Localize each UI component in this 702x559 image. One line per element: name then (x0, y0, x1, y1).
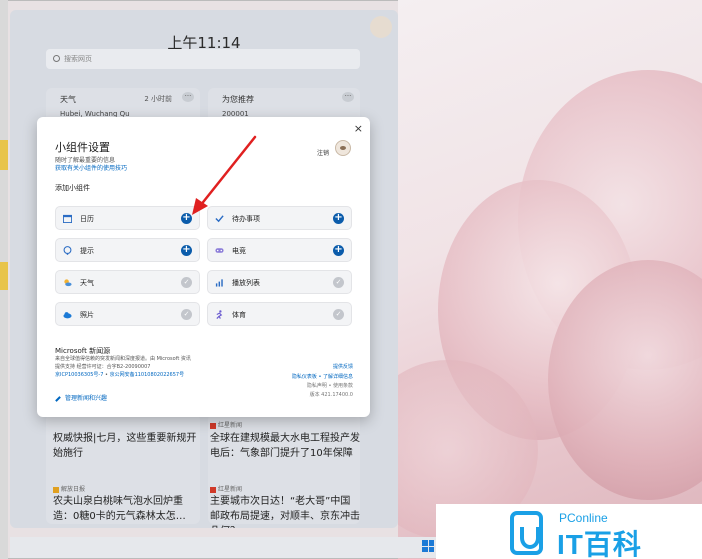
widget-label: 日历 (80, 215, 94, 223)
added-check-icon: ✓ (333, 277, 344, 288)
news-headline[interactable]: 全球在建规模最大水电工程投产发电后：气象部门提升了10年保障 (210, 431, 360, 461)
widget-label: 播放列表 (232, 279, 260, 287)
taskbar (10, 537, 436, 558)
microsoft-news-description: 来自全球值得信赖的突发新闻和深度报道。由 Microsoft 资讯 (55, 356, 191, 362)
checkmark-icon (215, 215, 224, 223)
add-widgets-heading: 添加小组件 (55, 184, 90, 192)
widget-item-calendar[interactable]: 日历 + (55, 206, 200, 230)
add-icon[interactable]: + (333, 213, 344, 224)
source-logo-icon (210, 422, 216, 429)
widget-label: 提示 (80, 247, 94, 255)
widget-item-todo[interactable]: 待办事项 + (207, 206, 352, 230)
manage-news-label: 管理新闻和兴趣 (65, 395, 108, 402)
added-check-icon: ✓ (181, 277, 192, 288)
widget-item-weather[interactable]: 天气 ✓ (55, 270, 200, 294)
widget-item-tips[interactable]: 提示 + (55, 238, 200, 262)
more-icon[interactable]: ··· (342, 92, 354, 102)
left-edge-strip (0, 0, 8, 559)
recommend-card-title: 为您推荐 (222, 95, 254, 104)
license-text: 提供支持 经营许可证：合字B2-20090007 (55, 364, 151, 370)
privacy-links: 隐私仪表板 • 了解详细信息 (267, 373, 353, 380)
widget-settings-dialog: × 小组件设置 随时了解最重要的信息 获取有关小组件的使用技巧 注销 添加小组件… (37, 117, 370, 417)
add-icon[interactable]: + (181, 213, 192, 224)
gongan-link[interactable]: 京公网安备11010802022657号 (110, 372, 185, 378)
widget-item-playlist[interactable]: 播放列表 ✓ (207, 270, 352, 294)
widget-item-esports[interactable]: 电竞 + (207, 238, 352, 262)
icp-links: 京ICP10036305号-7 • 京公网安备11010802022657号 (55, 371, 184, 378)
version-text: 版本 421.17400.0 (309, 392, 353, 398)
gamepad-icon (215, 248, 224, 253)
news-headline[interactable]: 权威快报|七月，这些重要新规开始施行 (53, 431, 198, 461)
pconline-watermark: PConline IT百科 (436, 504, 702, 559)
tips-link[interactable]: 获取有关小组件的使用技巧 (55, 163, 127, 172)
widget-label: 体育 (232, 311, 246, 319)
search-icon (53, 55, 60, 62)
tips-icon (63, 246, 72, 255)
calendar-icon (63, 214, 72, 223)
legal-links: 隐私声明 • 使用条款 (267, 382, 353, 389)
add-icon[interactable]: + (333, 245, 344, 256)
icp-link[interactable]: 京ICP10036305号-7 (55, 372, 103, 378)
feedback-link[interactable]: 提供反馈 (319, 363, 353, 370)
added-check-icon: ✓ (181, 309, 192, 320)
dialog-title: 小组件设置 (55, 141, 110, 154)
news-source: 解放日报 (53, 484, 85, 493)
news-source: 红星新闻 (210, 420, 242, 429)
weather-card-time: 2 小时前 (144, 95, 172, 103)
chart-icon (215, 279, 223, 287)
widget-item-photos[interactable]: 照片 ✓ (55, 302, 200, 326)
signout-link[interactable]: 注销 (317, 148, 329, 157)
terms-link[interactable]: 使用条款 (333, 383, 353, 389)
privacy-statement-link[interactable]: 隐私声明 (307, 383, 327, 389)
search-placeholder: 搜索网页 (64, 55, 92, 63)
cloud-icon (63, 312, 72, 319)
close-icon[interactable]: × (354, 122, 363, 135)
widget-item-sports[interactable]: 体育 ✓ (207, 302, 352, 326)
desktop-wallpaper (398, 0, 702, 559)
logo-big-text: IT百科 (557, 529, 642, 559)
news-source: 红星新闻 (210, 484, 242, 493)
source-logo-icon (210, 486, 216, 493)
widget-label: 天气 (80, 279, 94, 287)
runner-icon (216, 310, 223, 319)
add-icon[interactable]: + (181, 245, 192, 256)
added-check-icon: ✓ (333, 309, 344, 320)
weather-card-title: 天气 (60, 95, 76, 104)
learn-more-link[interactable]: 了解详细信息 (323, 374, 353, 380)
pconline-logo-icon (510, 511, 543, 555)
widget-label: 待办事项 (232, 215, 260, 223)
manage-news-link[interactable]: 管理新闻和兴趣 (55, 393, 107, 402)
news-headline[interactable]: 农夫山泉白桃味气泡水回炉重造：0糖0卡的元气森林太怎… (53, 494, 201, 524)
user-avatar[interactable] (370, 16, 392, 38)
windows-start-icon[interactable] (422, 540, 434, 552)
widget-label: 电竞 (232, 247, 246, 255)
user-avatar[interactable] (335, 140, 351, 156)
search-input[interactable]: 搜索网页 (46, 49, 360, 69)
pen-icon (55, 395, 61, 402)
desktop-icon-fragment (0, 262, 8, 290)
news-headline[interactable]: 主要城市次日达！“老大哥”中国邮政布局提速，对顺丰、京东冲击几何？ (210, 494, 360, 528)
weather-icon (64, 279, 72, 287)
widget-label: 照片 (80, 311, 94, 319)
more-icon[interactable]: ··· (182, 92, 194, 102)
source-logo-icon (53, 486, 59, 493)
desktop-icon-fragment (0, 140, 8, 170)
privacy-dashboard-link[interactable]: 隐私仪表板 (292, 374, 317, 380)
